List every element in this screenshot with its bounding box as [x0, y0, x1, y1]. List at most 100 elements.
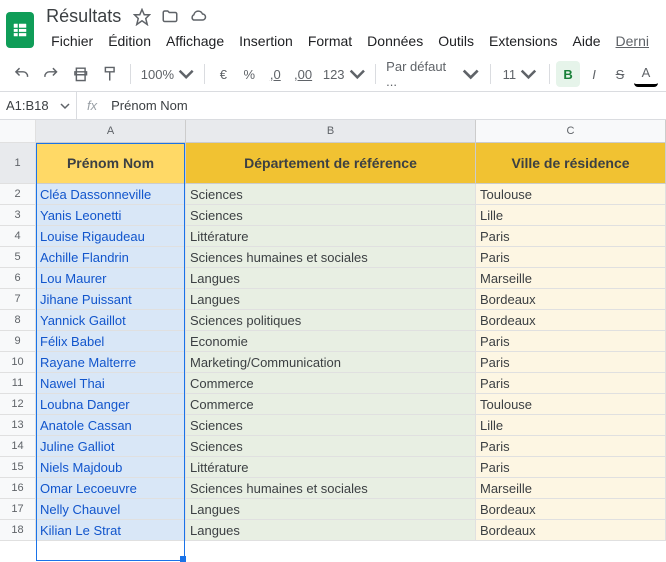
menu-extensions[interactable]: Extensions [482, 29, 564, 53]
cell-name[interactable]: Anatole Cassan [36, 415, 186, 436]
percent-button[interactable]: % [237, 61, 261, 87]
cell-name[interactable]: Félix Babel [36, 331, 186, 352]
row-header[interactable]: 3 [0, 205, 36, 226]
doc-title[interactable]: Résultats [44, 6, 123, 27]
cell-city[interactable]: Toulouse [476, 184, 666, 205]
col-header-b[interactable]: B [186, 120, 476, 143]
star-icon[interactable] [133, 8, 151, 26]
undo-button[interactable] [8, 61, 35, 87]
cell-city[interactable]: Bordeaux [476, 520, 666, 541]
cell-city[interactable]: Bordeaux [476, 289, 666, 310]
cell-city[interactable]: Bordeaux [476, 499, 666, 520]
currency-button[interactable]: € [211, 61, 235, 87]
menu-edit[interactable]: Édition [101, 29, 158, 53]
cell-dept[interactable]: Commerce [186, 394, 476, 415]
row-header[interactable]: 11 [0, 373, 36, 394]
print-button[interactable] [67, 61, 94, 87]
cell-name[interactable]: Yannick Gaillot [36, 310, 186, 331]
cell-city[interactable]: Lille [476, 205, 666, 226]
paint-format-button[interactable] [96, 61, 123, 87]
cell-city[interactable]: Paris [476, 331, 666, 352]
cell-dept[interactable]: Langues [186, 520, 476, 541]
cell-dept[interactable]: Littérature [186, 457, 476, 478]
row-header[interactable]: 2 [0, 184, 36, 205]
menu-last-edit[interactable]: Derni [609, 29, 656, 53]
cell-name[interactable]: Nelly Chauvel [36, 499, 186, 520]
cell-city[interactable]: Bordeaux [476, 310, 666, 331]
cell-name[interactable]: Louise Rigaudeau [36, 226, 186, 247]
menu-help[interactable]: Aide [566, 29, 608, 53]
formula-bar[interactable]: Prénom Nom [107, 98, 666, 113]
cell-name[interactable]: Juline Galliot [36, 436, 186, 457]
redo-button[interactable] [37, 61, 64, 87]
cell-name[interactable]: Loubna Danger [36, 394, 186, 415]
row-header-1[interactable]: 1 [0, 143, 36, 184]
row-header[interactable]: 9 [0, 331, 36, 352]
menu-view[interactable]: Affichage [159, 29, 231, 53]
cloud-icon[interactable] [189, 8, 207, 26]
row-header[interactable]: 8 [0, 310, 36, 331]
cell-dept[interactable]: Langues [186, 499, 476, 520]
header-cell-dept[interactable]: Département de référence [186, 143, 476, 184]
menu-format[interactable]: Format [301, 29, 359, 53]
cell-dept[interactable]: Sciences [186, 436, 476, 457]
cell-city[interactable]: Paris [476, 226, 666, 247]
italic-button[interactable]: I [582, 61, 606, 87]
text-color-button[interactable]: A [634, 61, 658, 87]
cell-name[interactable]: Jihane Puissant [36, 289, 186, 310]
cell-name[interactable]: Kilian Le Strat [36, 520, 186, 541]
header-cell-name[interactable]: Prénom Nom [36, 143, 186, 184]
cell-city[interactable]: Marseille [476, 268, 666, 289]
row-header[interactable]: 15 [0, 457, 36, 478]
cell-dept[interactable]: Commerce [186, 373, 476, 394]
row-header[interactable]: 4 [0, 226, 36, 247]
cell-dept[interactable]: Littérature [186, 226, 476, 247]
zoom-dropdown[interactable]: 100% [137, 61, 199, 87]
cell-dept[interactable]: Sciences humaines et sociales [186, 478, 476, 499]
cell-name[interactable]: Omar Lecoeuvre [36, 478, 186, 499]
row-header[interactable]: 10 [0, 352, 36, 373]
cell-name[interactable]: Cléa Dassonneville [36, 184, 186, 205]
font-size-dropdown[interactable]: 11 [497, 61, 543, 87]
select-all-corner[interactable] [0, 120, 36, 143]
spreadsheet-grid[interactable]: 1 23456789101112131415161718 A B C Préno… [0, 120, 666, 541]
cell-dept[interactable]: Marketing/Communication [186, 352, 476, 373]
cell-name[interactable]: Niels Majdoub [36, 457, 186, 478]
font-dropdown[interactable]: Par défaut ... [382, 61, 483, 87]
decrease-decimal-button[interactable]: ,0 [263, 61, 287, 87]
cell-name[interactable]: Nawel Thai [36, 373, 186, 394]
cell-dept[interactable]: Sciences politiques [186, 310, 476, 331]
row-header[interactable]: 14 [0, 436, 36, 457]
selection-handle[interactable] [180, 556, 186, 562]
cell-city[interactable]: Lille [476, 415, 666, 436]
cell-name[interactable]: Rayane Malterre [36, 352, 186, 373]
header-cell-city[interactable]: Ville de résidence [476, 143, 666, 184]
row-header[interactable]: 16 [0, 478, 36, 499]
col-header-a[interactable]: A [36, 120, 186, 143]
cell-name[interactable]: Achille Flandrin [36, 247, 186, 268]
row-header[interactable]: 6 [0, 268, 36, 289]
bold-button[interactable]: B [556, 61, 580, 87]
cell-city[interactable]: Paris [476, 352, 666, 373]
row-header[interactable]: 5 [0, 247, 36, 268]
cell-dept[interactable]: Langues [186, 289, 476, 310]
cell-dept[interactable]: Sciences [186, 184, 476, 205]
menu-insert[interactable]: Insertion [232, 29, 300, 53]
cell-dept[interactable]: Langues [186, 268, 476, 289]
strike-button[interactable]: S [608, 61, 632, 87]
cell-dept[interactable]: Sciences humaines et sociales [186, 247, 476, 268]
cell-city[interactable]: Paris [476, 457, 666, 478]
cell-city[interactable]: Toulouse [476, 394, 666, 415]
cell-dept[interactable]: Sciences [186, 205, 476, 226]
cell-name[interactable]: Yanis Leonetti [36, 205, 186, 226]
cell-dept[interactable]: Sciences [186, 415, 476, 436]
menu-tools[interactable]: Outils [431, 29, 481, 53]
move-icon[interactable] [161, 8, 179, 26]
cell-name[interactable]: Lou Maurer [36, 268, 186, 289]
cell-city[interactable]: Paris [476, 373, 666, 394]
number-format-dropdown[interactable]: 123 [319, 61, 369, 87]
col-header-c[interactable]: C [476, 120, 666, 143]
cell-city[interactable]: Marseille [476, 478, 666, 499]
cell-city[interactable]: Paris [476, 247, 666, 268]
row-header[interactable]: 17 [0, 499, 36, 520]
